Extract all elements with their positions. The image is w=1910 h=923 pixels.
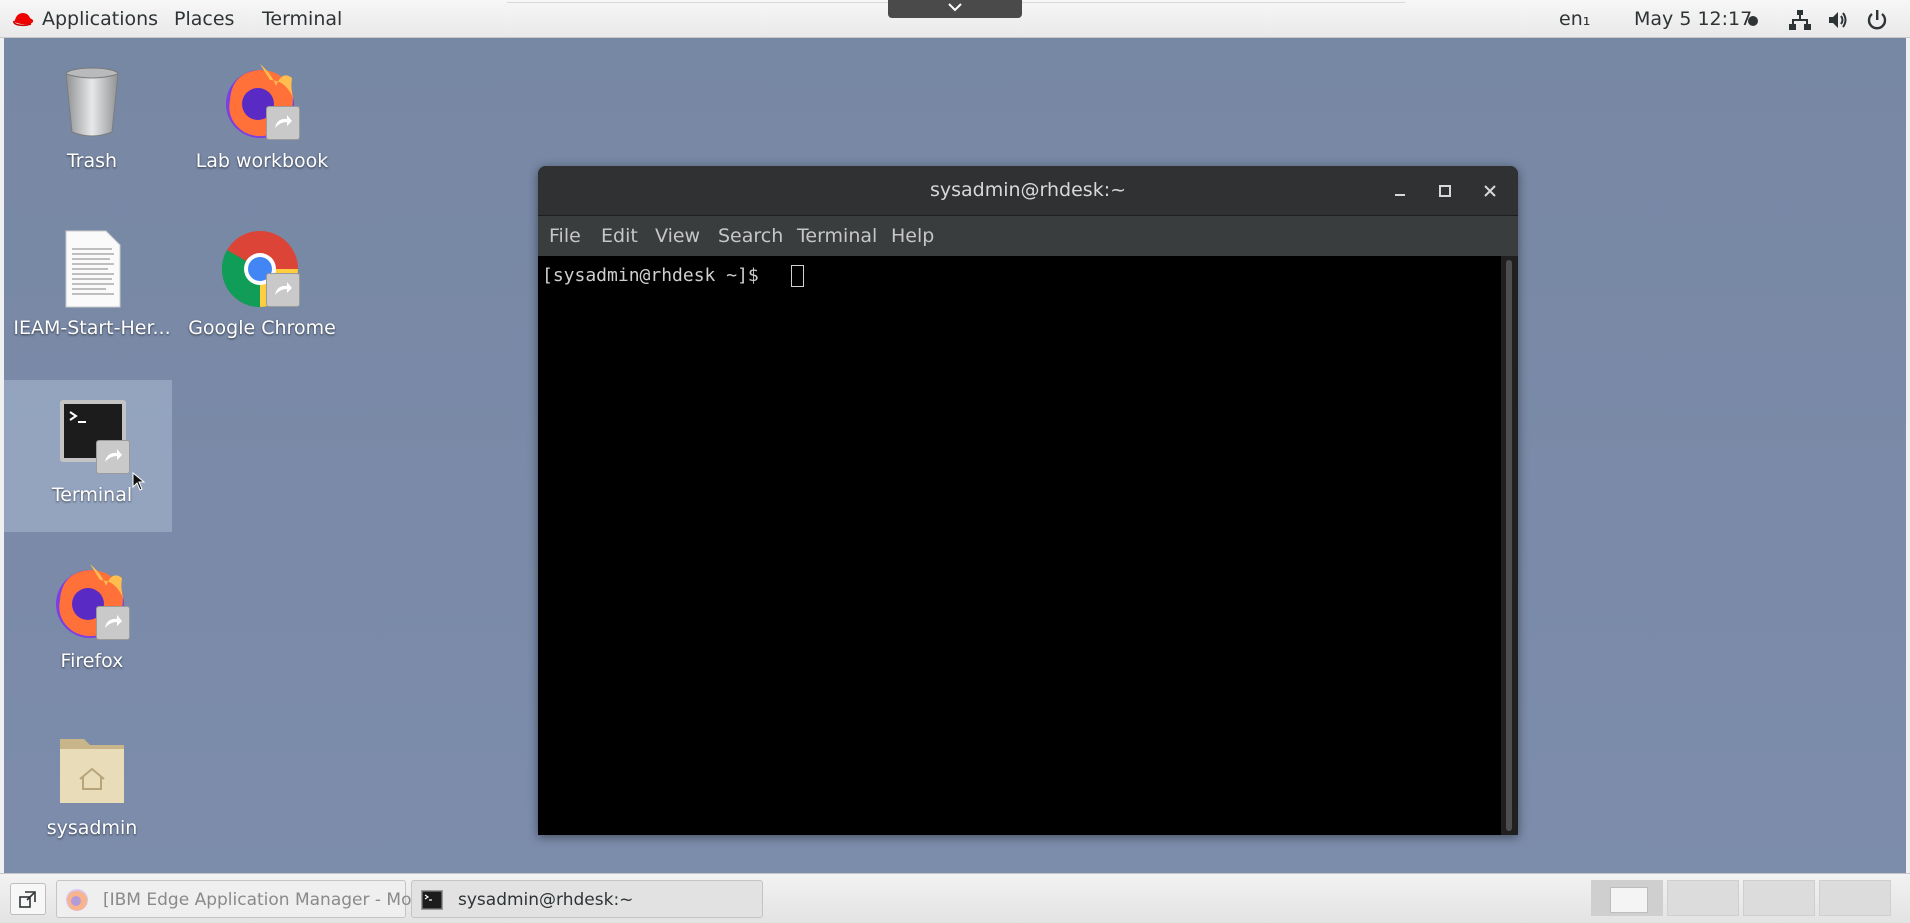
terminal-icon [421, 890, 443, 910]
workspace-3[interactable] [1743, 880, 1815, 916]
taskbar-item-label: sysadmin@rhdesk:~ [458, 890, 634, 910]
desktop-icon-lab-workbook[interactable]: Lab workbook [177, 60, 347, 172]
desktop[interactable]: Trash Lab workbook IEAM-Start-Her... Goo… [4, 38, 1906, 873]
notification-dot [1748, 16, 1758, 26]
applications-menu[interactable]: Applications [42, 8, 158, 30]
taskbar-item-terminal[interactable]: sysadmin@rhdesk:~ [411, 880, 763, 918]
trash-icon [65, 67, 119, 137]
menu-terminal[interactable]: Terminal [797, 225, 877, 247]
clock[interactable]: May 5 12:17 [1634, 8, 1752, 30]
terminal-output[interactable]: [sysadmin@rhdesk ~]$ [538, 256, 1501, 835]
taskbar-item-label: [IBM Edge Application Manager - Mo... [103, 890, 428, 910]
scrollbar-thumb[interactable] [1506, 260, 1512, 831]
input-language-indicator[interactable]: en₁ [1559, 8, 1590, 30]
shortcut-arrow-icon [266, 273, 300, 307]
close-icon[interactable] [1478, 179, 1502, 203]
desktop-icon-label: Terminal [51, 484, 133, 506]
firefox-icon [66, 889, 88, 911]
volume-icon[interactable] [1827, 9, 1849, 31]
redhat-logo-icon[interactable] [11, 10, 35, 28]
mouse-pointer-icon [132, 472, 146, 491]
workspace-2[interactable] [1667, 880, 1739, 916]
workspace-window-thumbnail [1610, 887, 1648, 913]
menu-file[interactable]: File [549, 225, 581, 247]
menu-help[interactable]: Help [891, 225, 934, 247]
workspace-1[interactable] [1591, 880, 1663, 916]
terminal-app-menu[interactable]: Terminal [262, 8, 342, 30]
workspace-4[interactable] [1819, 880, 1891, 916]
terminal-titlebar[interactable]: sysadmin@rhdesk:~ [538, 166, 1518, 216]
shell-prompt: [sysadmin@rhdesk ~]$ [542, 265, 770, 286]
text-cursor [791, 265, 804, 287]
window-title: sysadmin@rhdesk:~ [929, 179, 1127, 201]
places-menu[interactable]: Places [174, 8, 234, 30]
network-icon[interactable] [1789, 9, 1811, 31]
desktop-icon-label: Firefox [60, 650, 124, 672]
show-desktop-icon [19, 891, 36, 908]
desktop-icon-label: Trash [66, 150, 118, 172]
home-folder-icon [60, 739, 124, 803]
power-icon[interactable] [1866, 9, 1888, 31]
desktop-icon-ieam-start-here[interactable]: IEAM-Start-Her... [7, 227, 177, 339]
desktop-icon-sysadmin-home[interactable]: sysadmin [7, 727, 177, 839]
desktop-icon-label: IEAM-Start-Her... [13, 317, 171, 339]
minimize-icon[interactable] [1388, 179, 1412, 203]
document-icon [65, 230, 121, 308]
chevron-down-icon [948, 3, 962, 12]
panel-drawer-handle[interactable] [888, 0, 1022, 18]
menu-search[interactable]: Search [718, 225, 783, 247]
bottom-panel: [IBM Edge Application Manager - Mo... sy… [0, 873, 1910, 923]
desktop-icon-label: Google Chrome [188, 317, 336, 339]
desktop-icon-trash[interactable]: Trash [7, 60, 177, 172]
maximize-icon[interactable] [1433, 179, 1457, 203]
menu-edit[interactable]: Edit [601, 225, 638, 247]
desktop-icon-label: Lab workbook [195, 150, 329, 172]
top-bar: Applications Places Terminal en₁ May 5 1… [0, 0, 1910, 38]
shortcut-arrow-icon [266, 106, 300, 140]
taskbar-item-firefox[interactable]: [IBM Edge Application Manager - Mo... [56, 880, 427, 918]
desktop-icon-label: sysadmin [46, 817, 138, 839]
terminal-scrollbar[interactable] [1501, 256, 1518, 835]
terminal-window[interactable]: sysadmin@rhdesk:~ File Edit View Search … [538, 166, 1518, 835]
shortcut-arrow-icon [96, 440, 130, 474]
menu-view[interactable]: View [655, 225, 700, 247]
terminal-menubar: File Edit View Search Terminal Help [538, 216, 1518, 256]
desktop-icon-terminal[interactable]: Terminal [7, 394, 177, 506]
desktop-icon-google-chrome[interactable]: Google Chrome [177, 227, 347, 339]
desktop-icon-firefox[interactable]: Firefox [7, 560, 177, 672]
show-desktop-button[interactable] [10, 883, 46, 915]
shortcut-arrow-icon [96, 606, 130, 640]
